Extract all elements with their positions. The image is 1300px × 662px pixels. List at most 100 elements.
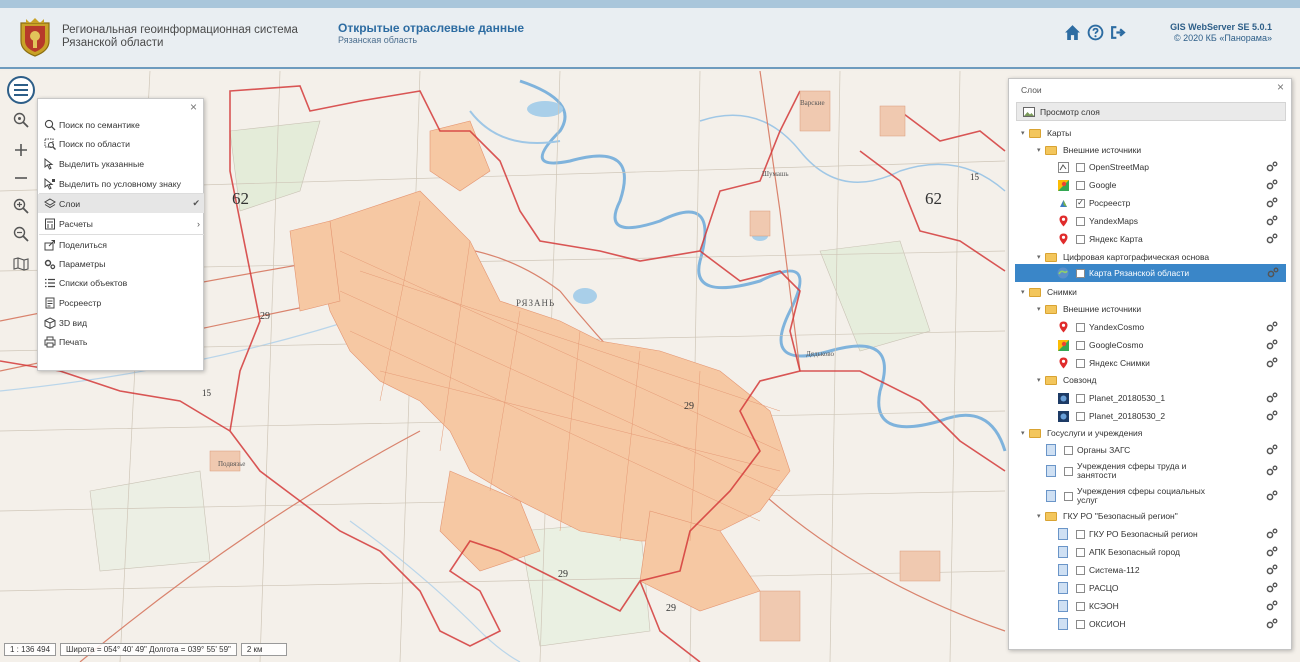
zoom-out-area-icon[interactable] [11,224,31,244]
layer-settings-icon[interactable] [1267,267,1279,279]
layer-row[interactable]: Яндекс Снимки [1057,355,1285,371]
layer-row[interactable]: Учреждения сферы социальных услуг [1045,485,1285,507]
layer-settings-icon[interactable] [1266,582,1278,594]
menu-item-semantic-search[interactable]: Поиск по семантике [38,115,204,134]
expand-toggle-icon[interactable]: ▾ [1021,429,1029,437]
layer-settings-icon[interactable] [1266,321,1278,333]
layer-visibility-checkbox[interactable] [1076,619,1085,629]
layer-row[interactable]: АПК Безопасный город [1057,544,1285,560]
layer-settings-icon[interactable] [1266,410,1278,422]
zoom-to-extent-icon[interactable] [11,110,31,130]
layer-preview-button[interactable]: Просмотр слоя [1016,102,1286,121]
layer-group-row[interactable]: ▾ Снимки [1021,284,1285,300]
layer-row[interactable]: КСЭОН [1057,598,1285,614]
layer-group-row[interactable]: ▾ Цифровая картографическая основа [1037,249,1285,265]
menu-item-print[interactable]: Печать [38,332,204,351]
layer-settings-icon[interactable] [1266,233,1278,245]
layer-visibility-checkbox[interactable] [1076,216,1085,226]
layer-row[interactable]: РАСЦО [1057,580,1285,596]
layer-settings-icon[interactable] [1266,618,1278,630]
close-menu-icon[interactable]: × [190,100,197,114]
layer-group-row[interactable]: ▾ Госуслуги и учреждения [1021,425,1285,441]
menu-item-select-specified[interactable]: Выделить указанные [38,154,204,173]
layer-visibility-checkbox[interactable] [1076,358,1085,368]
layer-row[interactable]: YandexCosmo [1057,319,1285,335]
menu-button[interactable] [7,76,35,104]
menu-item-share[interactable]: Поделиться [38,235,204,254]
layer-settings-icon[interactable] [1266,490,1278,502]
layer-visibility-checkbox[interactable] [1076,583,1085,593]
help-icon[interactable] [1087,24,1104,41]
layer-row[interactable]: Google [1057,177,1285,193]
layer-visibility-checkbox[interactable] [1076,322,1085,332]
layer-row[interactable]: Planet_20180530_1 [1057,390,1285,406]
layer-row[interactable]: ОКСИОН [1057,616,1285,632]
layer-group-row[interactable]: ▾ Внешние источники [1037,142,1285,158]
zoom-in-area-icon[interactable] [11,196,31,216]
layer-settings-icon[interactable] [1266,339,1278,351]
layer-visibility-checkbox[interactable] [1076,340,1085,350]
menu-item-layers[interactable]: Слои ✔ [38,194,204,213]
layer-visibility-checkbox[interactable] [1064,491,1073,501]
layer-settings-icon[interactable] [1266,465,1278,477]
layer-visibility-checkbox[interactable]: ✓ [1076,198,1085,208]
map-view-icon[interactable] [11,254,31,274]
layer-row[interactable]: Органы ЗАГС [1045,442,1285,458]
layer-row[interactable]: YandexMaps [1057,213,1285,229]
layer-visibility-checkbox[interactable] [1076,234,1085,244]
layer-settings-icon[interactable] [1266,197,1278,209]
expand-toggle-icon[interactable]: ▾ [1037,305,1045,313]
expand-toggle-icon[interactable]: ▾ [1037,146,1045,154]
expand-toggle-icon[interactable]: ▾ [1037,376,1045,384]
menu-item-rosreestr[interactable]: Росреестр [38,293,204,312]
layer-visibility-checkbox[interactable]: ✓ [1076,268,1085,278]
layer-row[interactable]: Система-112 [1057,562,1285,578]
layer-row[interactable]: ГКУ РО Безопасный регион [1057,526,1285,542]
menu-item-select-by-sign[interactable]: Выделить по условному знаку [38,174,204,193]
expand-toggle-icon[interactable]: ▾ [1021,288,1029,296]
expand-toggle-icon[interactable]: ▾ [1021,129,1029,137]
zoom-out-icon[interactable] [11,168,31,188]
menu-item-3d-view[interactable]: 3D вид [38,313,204,332]
layer-settings-icon[interactable] [1266,444,1278,456]
logout-icon[interactable] [1110,24,1127,41]
close-layers-icon[interactable]: × [1277,80,1284,94]
layer-settings-icon[interactable] [1266,357,1278,369]
layer-settings-icon[interactable] [1266,215,1278,227]
layer-settings-icon[interactable] [1266,564,1278,576]
layer-settings-icon[interactable] [1266,392,1278,404]
layer-visibility-checkbox[interactable] [1064,466,1073,476]
layer-group-row[interactable]: ▾ Внешние источники [1037,301,1285,317]
layer-group-row[interactable]: ▾ Карты [1021,125,1285,141]
home-icon[interactable] [1064,24,1081,41]
layer-row[interactable]: OpenStreetMap [1057,159,1285,175]
layer-row[interactable]: ✓ Росреестр [1057,195,1285,211]
expand-toggle-icon[interactable]: ▾ [1037,512,1045,520]
layer-row[interactable]: Яндекс Карта [1057,231,1285,247]
zoom-in-icon[interactable] [11,140,31,160]
layer-visibility-checkbox[interactable] [1076,565,1085,575]
layer-settings-icon[interactable] [1266,161,1278,173]
layer-visibility-checkbox[interactable] [1076,411,1085,421]
layer-visibility-checkbox[interactable] [1076,601,1085,611]
layer-settings-icon[interactable] [1266,546,1278,558]
layer-visibility-checkbox[interactable] [1064,445,1073,455]
layer-settings-icon[interactable] [1266,528,1278,540]
layer-visibility-checkbox[interactable] [1076,393,1085,403]
menu-item-object-lists[interactable]: Списки объектов [38,273,204,292]
layer-row[interactable]: Учреждения сферы труда и занятости [1045,460,1285,482]
layer-visibility-checkbox[interactable] [1076,180,1085,190]
menu-item-area-search[interactable]: Поиск по области [38,134,204,153]
expand-toggle-icon[interactable]: ▾ [1037,253,1045,261]
layer-settings-icon[interactable] [1266,179,1278,191]
layer-row[interactable]: Planet_20180530_2 [1057,408,1285,424]
layer-settings-icon[interactable] [1266,600,1278,612]
menu-item-settings[interactable]: Параметры [38,254,204,273]
layer-visibility-checkbox[interactable] [1076,547,1085,557]
layer-group-row[interactable]: ▾ Совзонд [1037,372,1285,388]
layer-visibility-checkbox[interactable] [1076,162,1085,172]
layer-visibility-checkbox[interactable] [1076,529,1085,539]
layer-row[interactable]: GoogleCosmo [1057,337,1285,353]
layer-group-row[interactable]: ▾ ГКУ РО "Безопасный регион" [1037,508,1285,524]
menu-item-calculations[interactable]: Расчеты › [38,214,204,233]
